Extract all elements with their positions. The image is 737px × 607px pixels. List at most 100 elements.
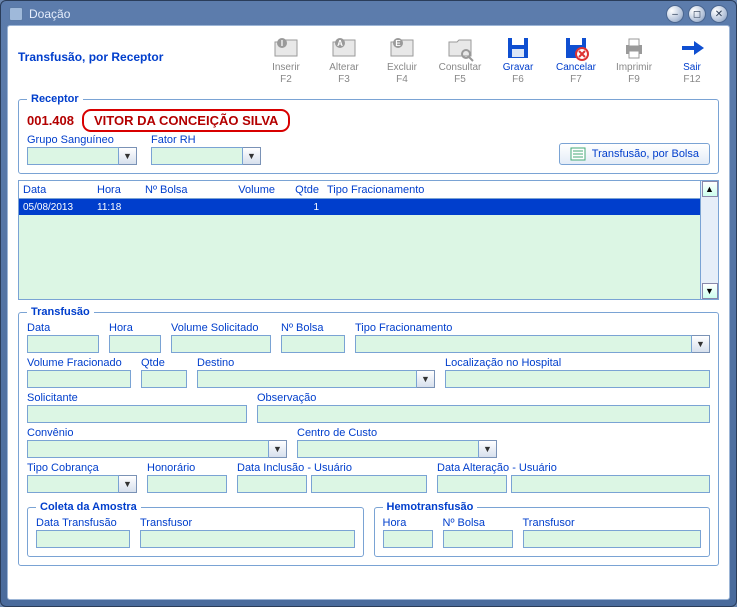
volume-fracionado-input[interactable] <box>27 370 131 388</box>
data-inclusao-input[interactable] <box>237 475 307 493</box>
destino-select[interactable]: ▼ <box>197 370 435 388</box>
folder-search-icon <box>444 34 476 62</box>
folder-i-icon: I <box>270 34 302 62</box>
app-window: Doação – ◻ ✕ Transfusão, por Receptor II… <box>0 0 737 607</box>
toolbar-label: Inserir <box>272 62 300 73</box>
minimize-button[interactable]: – <box>666 5 684 23</box>
chevron-down-icon[interactable]: ▼ <box>269 440 287 458</box>
maximize-button[interactable]: ◻ <box>688 5 706 23</box>
hemo-fieldset: Hemotransfusão Hora Nº Bolsa Transfusor <box>374 501 711 557</box>
usuario-alteracao-input[interactable] <box>511 475 710 493</box>
localizacao-input[interactable] <box>445 370 710 388</box>
table-row[interactable]: 05/08/201311:181 <box>19 199 700 215</box>
coleta-data-input[interactable] <box>36 530 130 548</box>
svg-text:I: I <box>281 39 283 48</box>
lbl-tipofrac: Tipo Fracionamento <box>355 322 710 334</box>
lbl-volsol: Volume Solicitado <box>171 322 271 334</box>
chevron-down-icon[interactable]: ▼ <box>119 475 137 493</box>
lbl-hemo-transfusor: Transfusor <box>523 517 702 529</box>
window-buttons: – ◻ ✕ <box>666 5 728 23</box>
toolbar-fkey: F9 <box>628 74 640 85</box>
transfusao-por-bolsa-button[interactable]: Transfusão, por Bolsa <box>559 143 710 165</box>
lbl-qtde: Qtde <box>141 357 187 369</box>
folder-a-icon: A <box>328 34 360 62</box>
close-button[interactable]: ✕ <box>710 5 728 23</box>
toolbar-fkey: F6 <box>512 74 524 85</box>
data-alteracao-input[interactable] <box>437 475 507 493</box>
chevron-down-icon[interactable]: ▼ <box>417 370 435 388</box>
toolbar-fkey: F3 <box>338 74 350 85</box>
transfusao-fieldset: Transfusão Data Hora Volume Solicitado N… <box>18 306 719 566</box>
excluir-button[interactable]: EExcluirF4 <box>375 32 429 87</box>
imprimir-button[interactable]: ImprimirF9 <box>607 32 661 87</box>
col-qtde[interactable]: Qtde <box>279 184 323 196</box>
lbl-hora: Hora <box>109 322 161 334</box>
inserir-button[interactable]: I InserirF2 <box>259 32 313 87</box>
hemo-hora-input[interactable] <box>383 530 433 548</box>
col-hora[interactable]: Hora <box>93 184 141 196</box>
scroll-up-button[interactable]: ▲ <box>702 181 718 197</box>
toolbar-label: Sair <box>683 62 701 73</box>
alterar-button[interactable]: AAlterarF3 <box>317 32 371 87</box>
tipo-cobranca-select[interactable]: ▼ <box>27 475 137 493</box>
col-bolsa[interactable]: Nº Bolsa <box>141 184 215 196</box>
lbl-centro: Centro de Custo <box>297 427 497 439</box>
grupo-sanguineo-select[interactable]: ▼ <box>27 147 137 165</box>
col-tipo[interactable]: Tipo Fracionamento <box>323 184 700 196</box>
chevron-down-icon[interactable]: ▼ <box>692 335 710 353</box>
chevron-down-icon[interactable]: ▼ <box>243 147 261 165</box>
qtde-input[interactable] <box>141 370 187 388</box>
toolbar-fkey: F4 <box>396 74 408 85</box>
lbl-nbolsa: Nº Bolsa <box>281 322 345 334</box>
toolbar-label: Consultar <box>439 62 482 73</box>
toolbar-fkey: F2 <box>280 74 292 85</box>
solicitante-input[interactable] <box>27 405 247 423</box>
centro-custo-select[interactable]: ▼ <box>297 440 497 458</box>
lbl-data: Data <box>27 322 99 334</box>
col-volume[interactable]: Volume <box>215 184 279 196</box>
observacao-input[interactable] <box>257 405 710 423</box>
list-icon <box>570 147 586 161</box>
coleta-transfusor-input[interactable] <box>140 530 355 548</box>
honorario-input[interactable] <box>147 475 227 493</box>
page-title: Transfusão, por Receptor <box>18 32 163 64</box>
cancelar-button[interactable]: CancelarF7 <box>549 32 603 87</box>
scroll-down-button[interactable]: ▼ <box>702 283 718 299</box>
convenio-select[interactable]: ▼ <box>27 440 287 458</box>
hemo-bolsa-input[interactable] <box>443 530 513 548</box>
data-input[interactable] <box>27 335 99 353</box>
usuario-inclusao-input[interactable] <box>311 475 427 493</box>
lbl-convenio: Convênio <box>27 427 287 439</box>
lbl-hemo-bolsa: Nº Bolsa <box>443 517 513 529</box>
n-bolsa-input[interactable] <box>281 335 345 353</box>
tipo-fracionamento-select[interactable]: ▼ <box>355 335 710 353</box>
gravar-button[interactable]: GravarF6 <box>491 32 545 87</box>
hemo-transfusor-input[interactable] <box>523 530 702 548</box>
lbl-fator: Fator RH <box>151 134 261 146</box>
transfusao-grid: Data Hora Nº Bolsa Volume Qtde Tipo Frac… <box>18 180 719 300</box>
receptor-name: VITOR DA CONCEIÇÃO SILVA <box>82 109 290 132</box>
printer-icon <box>618 34 650 62</box>
lbl-tipocob: Tipo Cobrança <box>27 462 137 474</box>
hora-input[interactable] <box>109 335 161 353</box>
toolbar-label: Cancelar <box>556 62 596 73</box>
window-title: Doação <box>29 7 70 21</box>
sair-button[interactable]: SairF12 <box>665 32 719 87</box>
coleta-legend: Coleta da Amostra <box>36 501 141 513</box>
col-data[interactable]: Data <box>19 184 93 196</box>
client-area: Transfusão, por Receptor I InserirF2 AAlte… <box>7 25 730 600</box>
toolbar-fkey: F5 <box>454 74 466 85</box>
folder-e-icon: E <box>386 34 418 62</box>
grid-scrollbar[interactable]: ▲ ▼ <box>700 181 718 299</box>
lbl-hemo-hora: Hora <box>383 517 433 529</box>
chevron-down-icon[interactable]: ▼ <box>479 440 497 458</box>
toolbar-label: Imprimir <box>616 62 652 73</box>
volume-solicitado-input[interactable] <box>171 335 271 353</box>
chevron-down-icon[interactable]: ▼ <box>119 147 137 165</box>
app-icon <box>9 7 23 21</box>
consultar-button[interactable]: ConsultarF5 <box>433 32 487 87</box>
toolbar-label: Excluir <box>387 62 417 73</box>
hemo-legend: Hemotransfusão <box>383 501 478 513</box>
fator-rh-select[interactable]: ▼ <box>151 147 261 165</box>
transfusao-legend: Transfusão <box>27 306 94 318</box>
